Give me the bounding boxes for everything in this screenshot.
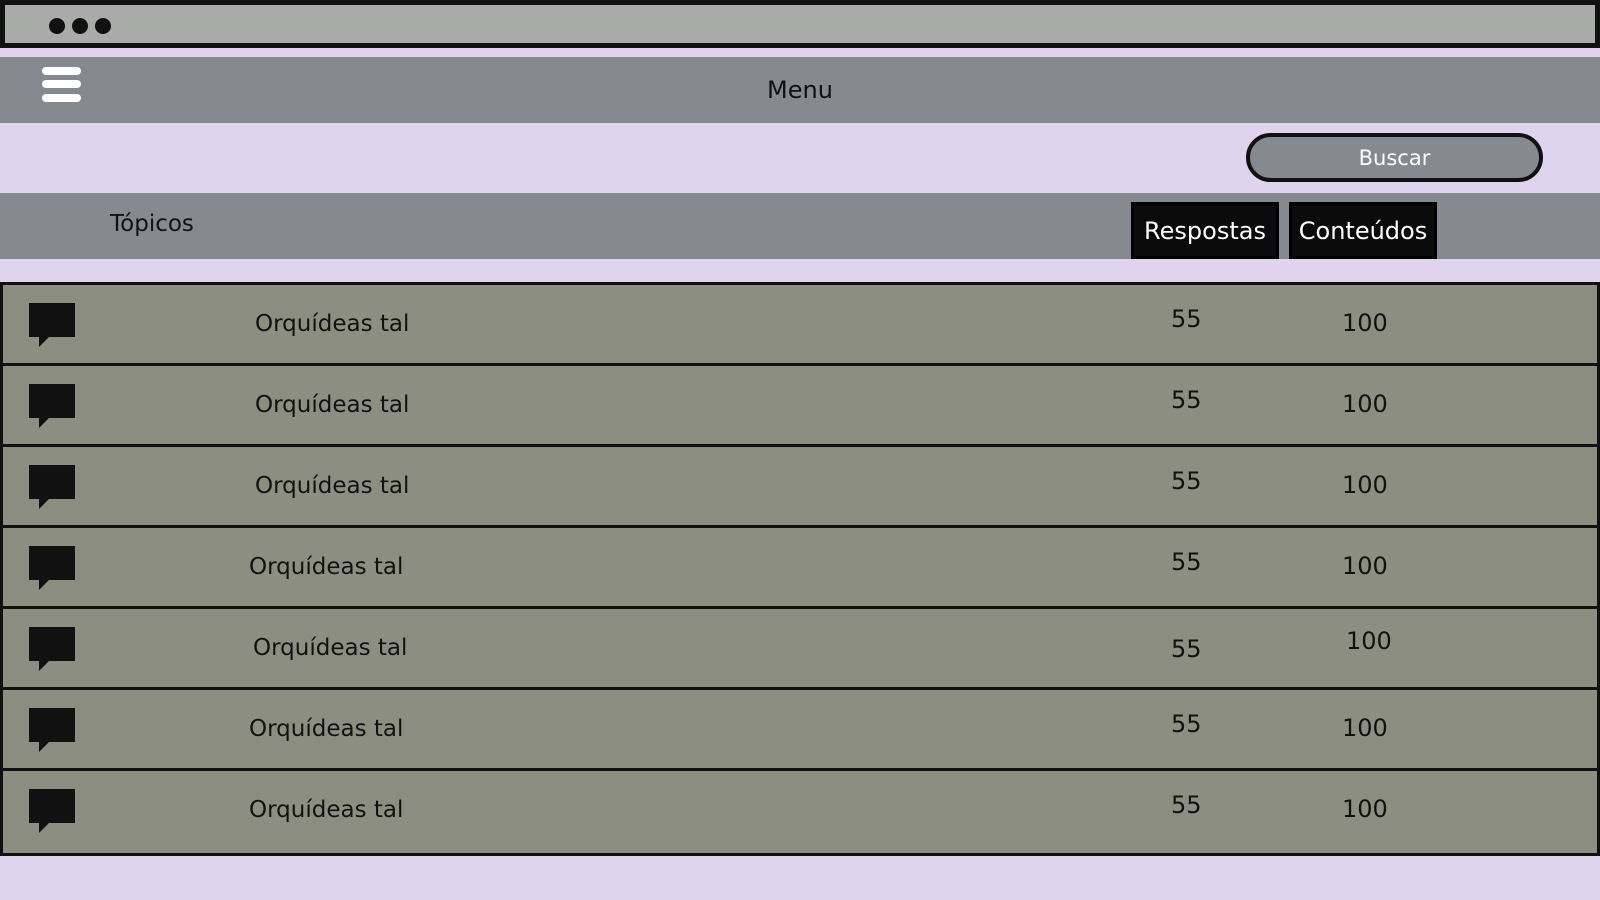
topic-contents: 100 [1342,795,1388,823]
menu-bar: Menu [0,57,1600,123]
topic-replies: 55 [1171,791,1202,819]
window-dot-3[interactable] [95,18,111,34]
topic-row[interactable]: Orquídeas tal 55 100 [0,687,1600,771]
topic-row[interactable]: Orquídeas tal 55 100 [0,525,1600,609]
topic-title: Orquídeas tal [253,635,408,661]
tab-conteudos[interactable]: Conteúdos [1289,202,1437,259]
topic-contents: 100 [1342,552,1388,580]
topic-contents: 100 [1342,390,1388,418]
topic-row[interactable]: Orquídeas tal 55 100 [0,363,1600,447]
topic-replies: 55 [1171,386,1202,414]
topic-title: Orquídeas tal [249,554,404,580]
topic-title: Orquídeas tal [255,473,410,499]
chat-bubble-icon [29,546,75,590]
tab-respostas[interactable]: Respostas [1131,202,1279,259]
topic-replies: 55 [1171,710,1202,738]
topic-row[interactable]: Orquídeas tal 55 100 [0,606,1600,690]
topic-contents: 100 [1342,471,1388,499]
topic-row[interactable]: Orquídeas tal 55 100 [0,444,1600,528]
chat-bubble-icon [29,465,75,509]
window-dot-2[interactable] [72,18,88,34]
topic-title: Orquídeas tal [255,392,410,418]
topic-replies: 55 [1171,548,1202,576]
topic-row[interactable]: Orquídeas tal 55 100 [0,768,1600,856]
topic-row[interactable]: Orquídeas tal 55 100 [0,282,1600,366]
chat-bubble-icon [29,789,75,833]
search-button[interactable]: Buscar [1246,133,1543,182]
topic-title: Orquídeas tal [255,311,410,337]
topic-replies: 55 [1171,467,1202,495]
window-dot-1[interactable] [49,18,65,34]
topic-replies: 55 [1171,305,1202,333]
chat-bubble-icon [29,384,75,428]
topic-contents: 100 [1346,627,1392,655]
topic-list: Orquídeas tal 55 100 Orquídeas tal 55 10… [0,282,1600,856]
topic-contents: 100 [1342,309,1388,337]
topics-header: Tópicos Respostas Conteúdos [0,193,1600,259]
topic-title: Orquídeas tal [249,797,404,823]
topic-contents: 100 [1342,714,1388,742]
topics-title: Tópicos [110,211,194,237]
menu-title: Menu [767,76,833,104]
chat-bubble-icon [29,627,75,671]
chat-bubble-icon [29,708,75,752]
chat-bubble-icon [29,303,75,347]
topic-title: Orquídeas tal [249,716,404,742]
topic-replies: 55 [1171,635,1202,663]
window-titlebar [0,0,1600,48]
